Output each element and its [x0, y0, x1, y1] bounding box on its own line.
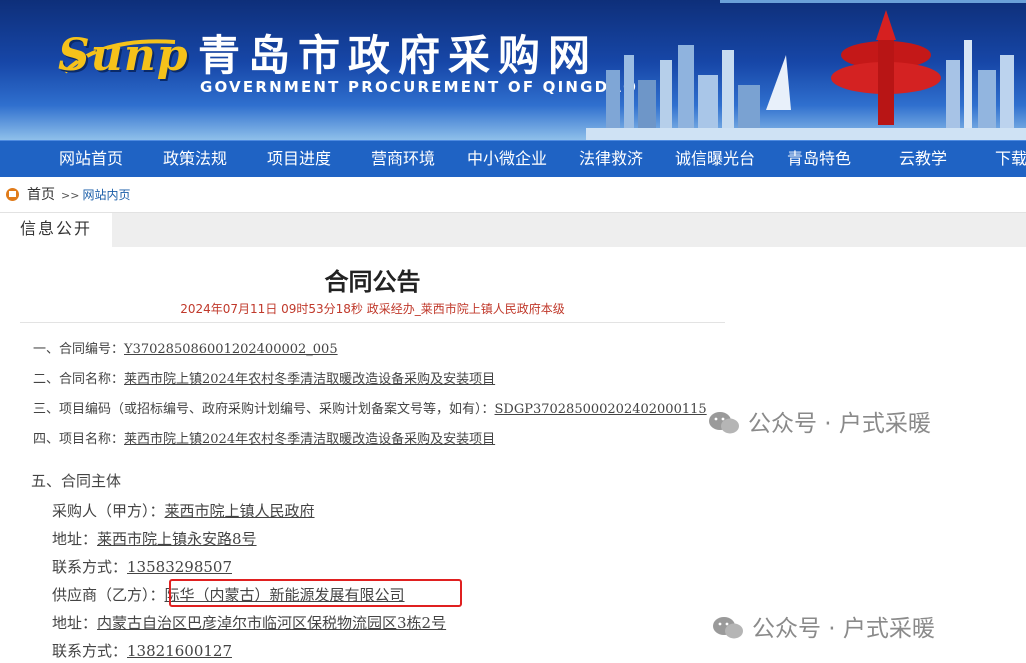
field-label: 联系方式： — [52, 558, 128, 576]
field-label: 供应商（乙方）： — [52, 586, 165, 604]
watermark: 公众号 · 户式采暖 — [712, 609, 935, 643]
watermark-text: 公众号 · 户式采暖 — [748, 411, 931, 437]
wechat-icon — [713, 616, 743, 638]
site-subtitle: GOVERNMENT PROCUREMENT OF QINGDAO — [200, 78, 639, 96]
nav-item-credit[interactable]: 诚信曝光台 — [675, 141, 755, 177]
field-label: 三、项目编码（或招标编号、政府采购计划编号、采购计划备案文号等，如有）： — [33, 402, 495, 417]
purchaser-phone-row: 联系方式：13583298507 — [52, 556, 232, 577]
supplier-phone-value: 13821600127 — [127, 642, 232, 660]
purchaser-phone-value: 13583298507 — [127, 558, 232, 576]
nav-item-business[interactable]: 营商环境 — [371, 141, 435, 177]
nav-item-cloud-edu[interactable]: 云教学 — [899, 141, 947, 177]
watermark-text: 公众号 · 户式采暖 — [752, 616, 935, 642]
nav-item-legal[interactable]: 法律救济 — [579, 141, 643, 177]
home-icon — [6, 187, 19, 201]
nav-item-policy[interactable]: 政策法规 — [163, 141, 227, 177]
site-title: 青岛市政府采购网 — [198, 31, 599, 80]
breadcrumb: 首页 >> 网站内页 — [6, 185, 130, 205]
purchaser-address-row: 地址：莱西市院上镇永安路8号 — [52, 528, 257, 549]
contract-name-value: 莱西市院上镇2024年农村冬季清洁取暖改造设备采购及安装项目 — [124, 372, 496, 387]
supplier-address-row: 地址：内蒙古自治区巴彦淖尔市临河区保税物流园区3栋2号 — [52, 612, 446, 633]
nav-item-sme[interactable]: 中小微企业 — [467, 141, 547, 177]
publish-meta: 2024年07月11日 09时53分18秒 政采经办_莱西市院上镇人民政府本级 — [180, 302, 565, 316]
field-label: 地址： — [52, 614, 98, 632]
breadcrumb-separator: >> — [61, 189, 80, 202]
contract-number-value: Y370285086001202400002_005 — [124, 342, 338, 357]
field-label: 地址： — [52, 530, 98, 548]
purchaser-address-value: 莱西市院上镇永安路8号 — [97, 530, 257, 548]
field-label: 采购人（甲方）： — [52, 502, 165, 520]
watermark: 公众号 · 户式采暖 — [708, 404, 931, 438]
nav-item-download[interactable]: 下载 — [995, 141, 1026, 177]
contract-name-row: 二、合同名称：莱西市院上镇2024年农村冬季清洁取暖改造设备采购及安装项目 — [33, 368, 495, 387]
project-code-row: 三、项目编码（或招标编号、政府采购计划编号、采购计划备案文号等，如有）：SDGP… — [33, 398, 707, 417]
nav-item-home[interactable]: 网站首页 — [59, 141, 123, 177]
project-name-row: 四、项目名称：莱西市院上镇2024年农村冬季清洁取暖改造设备采购及安装项目 — [33, 428, 495, 447]
nav-item-progress[interactable]: 项目进度 — [267, 141, 331, 177]
nav-item-qingdao[interactable]: 青岛特色 — [787, 141, 851, 177]
purchaser-row: 采购人（甲方）：莱西市院上镇人民政府 — [52, 500, 315, 521]
city-skyline-illustration — [586, 10, 1026, 140]
field-label: 一、合同编号： — [33, 342, 125, 357]
wechat-icon — [709, 411, 739, 433]
supplier-phone-row: 联系方式：13821600127 — [52, 640, 232, 661]
supplier-address-value: 内蒙古自治区巴彦淖尔市临河区保税物流园区3栋2号 — [97, 614, 447, 632]
page-title: 合同公告 — [324, 268, 421, 296]
tab-bar: 信息公开 — [0, 212, 1026, 247]
project-code-value: SDGP370285000202402000115 — [494, 402, 707, 417]
section-heading: 五、合同主体 — [31, 472, 122, 490]
contract-number-row: 一、合同编号：Y370285086001202400002_005 — [33, 338, 338, 357]
tab-info-disclosure[interactable]: 信息公开 — [0, 213, 112, 247]
breadcrumb-current: 网站内页 — [82, 188, 131, 202]
purchaser-value: 莱西市院上镇人民政府 — [164, 502, 315, 520]
divider — [20, 322, 725, 323]
breadcrumb-home[interactable]: 首页 — [27, 187, 55, 203]
main-nav: 网站首页 政策法规 项目进度 营商环境 中小微企业 法律救济 诚信曝光台 青岛特… — [0, 140, 1026, 177]
field-label: 二、合同名称： — [33, 372, 125, 387]
field-label: 联系方式： — [52, 642, 128, 660]
supplier-highlight-box — [169, 579, 462, 607]
field-label: 四、项目名称： — [33, 432, 125, 447]
site-logo[interactable]: Sunp — [58, 30, 189, 81]
site-banner: Sunp 青岛市政府采购网 GOVERNMENT PROCUREMENT OF … — [0, 0, 1026, 140]
project-name-value: 莱西市院上镇2024年农村冬季清洁取暖改造设备采购及安装项目 — [124, 432, 496, 447]
